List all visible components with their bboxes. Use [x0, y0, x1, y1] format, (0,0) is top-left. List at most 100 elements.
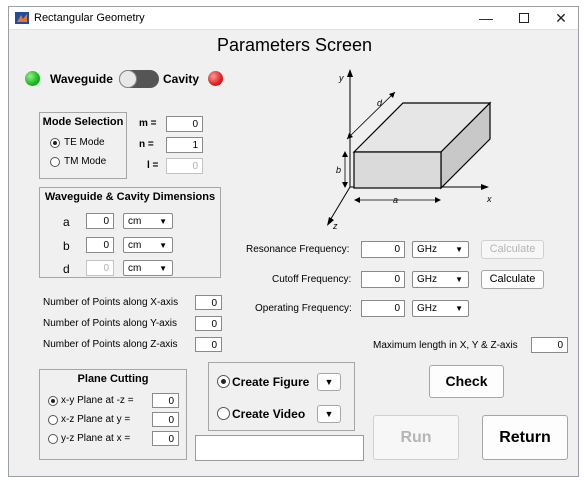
chevron-down-icon: ▼ — [455, 275, 463, 284]
calculate-cutoff-button[interactable]: Calculate — [481, 270, 544, 289]
n-field[interactable]: 1 — [166, 137, 203, 153]
create-video-option[interactable]: Create Video — [217, 406, 312, 422]
radio-unselected[interactable] — [48, 415, 58, 425]
max-length-field[interactable]: 0 — [531, 337, 568, 353]
points-z-label: Number of Points along Z-axis — [43, 339, 178, 350]
resonance-unit-dropdown[interactable]: GHz ▼ — [412, 241, 469, 258]
resonance-unit: GHz — [417, 244, 437, 255]
title-bar: Rectangular Geometry — ✕ — [9, 7, 578, 30]
xy-plane-field[interactable]: 0 — [152, 393, 179, 408]
operating-unit-dropdown[interactable]: GHz ▼ — [412, 300, 469, 317]
z-axis-label: z — [332, 221, 338, 231]
figure-video-panel: Create Figure ▼ Create Video ▼ — [208, 362, 355, 431]
radio-unselected[interactable] — [48, 434, 58, 444]
l-label: l = — [147, 160, 159, 171]
radio-selected[interactable] — [50, 138, 60, 148]
radio-selected[interactable] — [48, 396, 58, 406]
minimize-icon: — — [479, 10, 493, 26]
mode-selection-title: Mode Selection — [42, 116, 124, 128]
dim-a-field[interactable]: 0 — [86, 213, 114, 229]
cutoff-unit-dropdown[interactable]: GHz ▼ — [412, 271, 469, 288]
xz-plane-field[interactable]: 0 — [152, 412, 179, 427]
points-x-label: Number of Points along X-axis — [43, 297, 179, 308]
dim-b-label: b — [63, 239, 70, 253]
te-mode-label: TE Mode — [64, 137, 105, 148]
dim-d-label: d — [63, 262, 70, 276]
n-label: n = — [139, 139, 154, 150]
radio-unselected[interactable] — [50, 157, 60, 167]
dim-d-unit-dropdown[interactable]: cm ▼ — [123, 260, 173, 276]
tm-mode-label: TM Mode — [64, 156, 107, 167]
run-button[interactable]: Run — [373, 415, 459, 460]
l-field[interactable]: 0 — [166, 158, 203, 174]
chevron-down-icon: ▼ — [455, 245, 463, 254]
dim-b-unit-dropdown[interactable]: cm ▼ — [123, 237, 173, 253]
d-label: d — [377, 98, 383, 108]
cavity-label: Cavity — [163, 72, 200, 86]
yz-plane-label: y-z Plane at x = — [61, 433, 131, 444]
y-axis-label: y — [338, 73, 344, 83]
close-button[interactable]: ✕ — [542, 7, 580, 30]
return-button[interactable]: Return — [482, 415, 568, 460]
waveguide-cavity-switch[interactable] — [119, 70, 159, 88]
create-figure-label: Create Figure — [232, 375, 310, 389]
operating-unit: GHz — [417, 303, 437, 314]
m-field[interactable]: 0 — [166, 116, 203, 132]
status-text-box[interactable] — [195, 435, 364, 461]
matlab-app-icon — [15, 12, 29, 24]
a-arrow-start — [354, 197, 360, 203]
x-axis-label: x — [486, 194, 492, 204]
tm-mode-radio[interactable]: TM Mode — [50, 155, 120, 169]
dim-a-label: a — [63, 215, 70, 229]
calculate-resonance-button[interactable]: Calculate — [481, 240, 544, 259]
radio-selected[interactable] — [217, 375, 230, 388]
dim-d-field[interactable]: 0 — [86, 260, 114, 276]
dim-a-unit-dropdown[interactable]: cm ▼ — [123, 213, 173, 229]
cutoff-frequency-field[interactable]: 0 — [361, 271, 405, 288]
dim-b-unit: cm — [128, 240, 142, 251]
mode-selection-panel: Mode Selection TE Mode TM Mode — [39, 112, 127, 179]
page-title: Parameters Screen — [216, 35, 373, 55]
plane-cutting-title: Plane Cutting — [77, 373, 149, 385]
app-window: Rectangular Geometry — ✕ Parameters Scre… — [8, 6, 579, 477]
operating-frequency-field[interactable]: 0 — [361, 300, 405, 317]
a-arrow-end — [435, 197, 441, 203]
points-y-field[interactable]: 0 — [195, 316, 222, 331]
cutoff-frequency-label: Cutoff Frequency: — [272, 274, 352, 285]
create-figure-option[interactable]: Create Figure — [217, 374, 312, 390]
resonance-frequency-field[interactable]: 0 — [361, 241, 405, 258]
xy-plane-label: x-y Plane at -z = — [61, 395, 134, 406]
rectangular-geometry-diagram: y x z d b a — [327, 69, 492, 231]
dim-a-unit: cm — [128, 216, 142, 227]
points-x-field[interactable]: 0 — [195, 295, 222, 310]
radio-unselected[interactable] — [217, 407, 230, 420]
video-dropdown-button[interactable]: ▼ — [317, 405, 341, 423]
xz-plane-option[interactable]: x-z Plane at y = — [48, 413, 148, 428]
b-arrow-end — [342, 182, 348, 188]
chevron-down-icon: ▼ — [159, 264, 167, 273]
plane-cutting-panel: Plane Cutting x-y Plane at -z = 0 x-z Pl… — [39, 369, 187, 460]
a-label: a — [393, 195, 398, 205]
points-z-field[interactable]: 0 — [195, 337, 222, 352]
minimize-button[interactable]: — — [467, 7, 505, 30]
max-length-label: Maximum length in X, Y & Z-axis — [373, 340, 518, 351]
maximize-button[interactable] — [505, 7, 543, 30]
figure-dropdown-button[interactable]: ▼ — [317, 373, 341, 391]
x-axis-arrow — [481, 184, 489, 190]
y-axis-arrow — [347, 69, 353, 77]
b-arrow-start — [342, 151, 348, 157]
chevron-down-icon: ▼ — [455, 304, 463, 313]
window-title: Rectangular Geometry — [34, 12, 145, 24]
xz-plane-label: x-z Plane at y = — [61, 414, 131, 425]
dimensions-title: Waveguide & Cavity Dimensions — [44, 191, 216, 203]
b-label: b — [336, 165, 341, 175]
dim-b-field[interactable]: 0 — [86, 237, 114, 253]
chevron-down-icon: ▼ — [159, 217, 167, 226]
yz-plane-option[interactable]: y-z Plane at x = — [48, 432, 148, 447]
yz-plane-field[interactable]: 0 — [152, 431, 179, 446]
switch-knob[interactable] — [119, 70, 137, 88]
m-label: m = — [139, 118, 157, 129]
te-mode-radio[interactable]: TE Mode — [50, 136, 120, 150]
check-button[interactable]: Check — [429, 365, 504, 398]
caret-down-icon: ▼ — [324, 377, 334, 387]
